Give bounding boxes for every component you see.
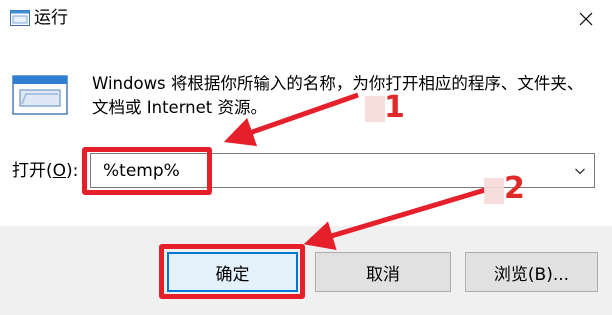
run-dialog-icon: [10, 10, 30, 26]
cancel-button[interactable]: 取消: [315, 252, 451, 292]
marker-blur-2: [484, 178, 504, 204]
step-marker-2: 2: [504, 171, 525, 206]
close-icon: [579, 12, 593, 26]
input-highlight-box: [82, 147, 212, 195]
open-label-prefix: 打开(: [12, 161, 53, 181]
run-program-icon: [12, 75, 68, 115]
title-bar: 运行: [0, 0, 612, 38]
open-label-accel: O: [52, 161, 67, 181]
open-label-suffix: ):: [66, 161, 79, 181]
description-text: Windows 将根据你所输入的名称，为你打开相应的程序、文件夹、文档或 Int…: [92, 74, 584, 117]
open-label: 打开(O):: [12, 160, 78, 182]
window-title: 运行: [34, 8, 68, 28]
close-button[interactable]: [560, 0, 612, 38]
marker-blur-1: [365, 96, 385, 122]
ok-highlight-box: [159, 244, 305, 299]
step-marker-1: 1: [384, 90, 405, 125]
browse-button[interactable]: 浏览(B)...: [465, 252, 598, 292]
chevron-down-icon[interactable]: [574, 165, 586, 177]
